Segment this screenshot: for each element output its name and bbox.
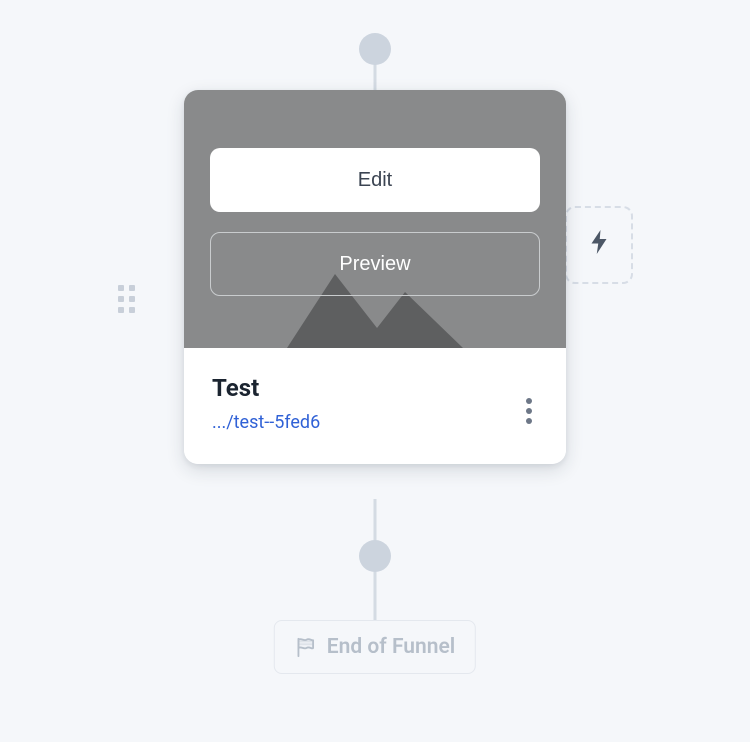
preview-button-label: Preview <box>339 253 410 276</box>
lightning-icon <box>590 230 608 260</box>
card-info: Test .../test--5fed6 <box>212 374 320 433</box>
edit-button-label: Edit <box>358 169 392 192</box>
end-of-funnel-label: End of Funnel <box>327 635 455 659</box>
card-preview-area: Edit Preview <box>184 90 566 348</box>
more-options-button[interactable] <box>520 388 538 434</box>
connector-node-top[interactable] <box>359 33 391 65</box>
card-body: Test .../test--5fed6 <box>184 348 566 464</box>
edit-button[interactable]: Edit <box>210 148 540 212</box>
connector-node-bottom[interactable] <box>359 540 391 572</box>
preview-button[interactable]: Preview <box>210 232 540 296</box>
drag-grip-icon[interactable] <box>118 285 135 313</box>
flag-icon <box>295 636 317 658</box>
end-of-funnel-badge: End of Funnel <box>274 620 476 674</box>
step-url-link[interactable]: .../test--5fed6 <box>212 412 320 433</box>
automation-slot[interactable] <box>565 206 633 284</box>
step-title: Test <box>212 374 320 402</box>
funnel-canvas[interactable]: Edit Preview Test .../test--5fed6 <box>0 0 750 742</box>
funnel-step-card: Edit Preview Test .../test--5fed6 <box>184 90 566 464</box>
